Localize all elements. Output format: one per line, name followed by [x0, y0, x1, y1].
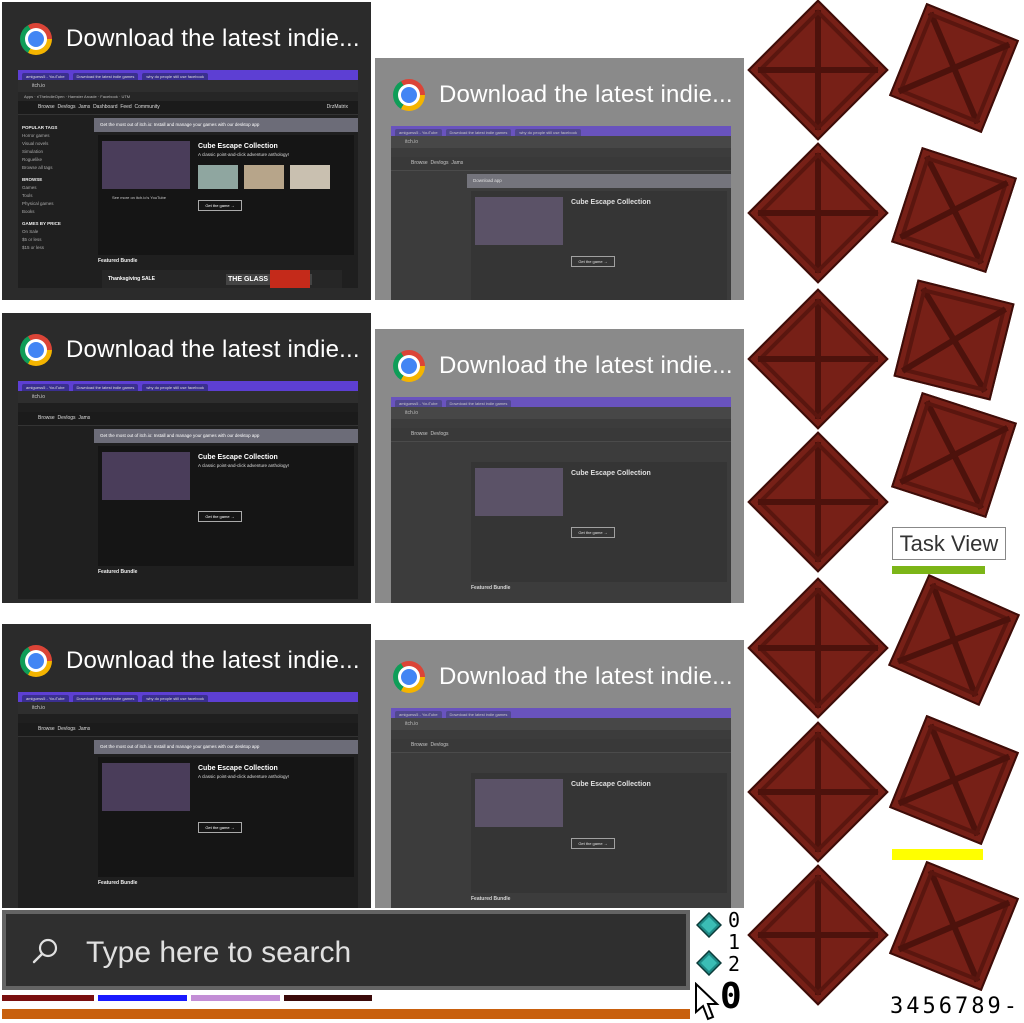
chrome-icon: [393, 661, 425, 693]
window-thumbnail: amiguess5 - YouTube Download the latest i…: [391, 397, 731, 603]
chrome-icon: [393, 79, 425, 111]
gem-icon: [696, 912, 722, 938]
crate-sprite: [747, 0, 889, 141]
window-preview-header: Download the latest indie...: [2, 624, 371, 698]
window-title: Download the latest indie...: [66, 25, 360, 52]
window-thumbnail: amiguess5 - YouTube Download the latest i…: [18, 70, 358, 288]
crate-sprite: [888, 714, 1020, 846]
window-preview-header: Download the latest indie...: [2, 313, 371, 387]
window-title: Download the latest indie...: [439, 663, 733, 690]
chrome-icon: [20, 23, 52, 55]
gem-icon: [696, 950, 722, 976]
window-preview-header: Download the latest indie...: [375, 58, 744, 132]
crate-sprite: [887, 573, 1021, 707]
chrome-icon: [393, 350, 425, 382]
window-preview-1[interactable]: Download the latest indie... amiguess5 -…: [2, 2, 371, 300]
green-bar: [892, 566, 985, 574]
mouse-cursor-icon: [695, 982, 720, 1021]
taskbar-search-box[interactable]: Type here to search: [2, 910, 690, 990]
window-thumbnail: amiguess5 - YouTube Download the latest i…: [391, 708, 731, 908]
sidebar: POPULAR TAGS Horror games Visual novels Si…: [22, 125, 61, 250]
crate-sprite: [890, 146, 1018, 274]
screenshot: [290, 165, 330, 189]
search-placeholder: Type here to search: [86, 936, 352, 969]
window-preview-3[interactable]: Download the latest indie... amiguess5 -…: [2, 313, 371, 603]
window-thumbnail: amiguess5 - YouTube Download the latest i…: [391, 126, 731, 300]
window-title: Download the latest indie...: [439, 352, 733, 379]
crate-sprite: [888, 860, 1020, 992]
window-title: Download the latest indie...: [66, 336, 360, 363]
crate-sprite: [747, 864, 889, 1006]
window-thumbnail: amiguess5 - YouTube Download the latest i…: [18, 381, 358, 599]
crate-sprite: [747, 142, 889, 284]
window-preview-6[interactable]: Download the latest indie... amiguess5 -…: [375, 640, 744, 908]
window-title: Download the latest indie...: [439, 81, 733, 108]
game-modal: Cube Escape Collection A classic point-a…: [98, 135, 354, 255]
bookmarks-bar: Apps · r/TheIndieOpen · Hamster Arcade ·…: [18, 92, 358, 101]
lavender-bar: [191, 995, 280, 1001]
cursor-count: 0: [720, 976, 742, 1017]
video-thumbnail: [102, 141, 190, 189]
crate-sprite: [747, 721, 889, 863]
window-preview-5[interactable]: Download the latest indie... amiguess5 -…: [2, 624, 371, 908]
promo-banner: Get the most out of itch.io: Install and…: [94, 118, 358, 132]
gem-count-top: 0: [728, 908, 741, 932]
window-title: Download the latest indie...: [66, 647, 360, 674]
crate-sprite: [747, 577, 889, 719]
window-preview-header: Download the latest indie...: [2, 2, 371, 76]
crate-sprite: [747, 288, 889, 430]
maroon-bar: [284, 995, 372, 1001]
yellow-bar: [892, 849, 983, 860]
chrome-icon: [20, 334, 52, 366]
window-preview-2[interactable]: Download the latest indie... amiguess5 -…: [375, 58, 744, 300]
window-preview-4[interactable]: Download the latest indie... amiguess5 -…: [375, 329, 744, 603]
tab-strip: amiguess5 - YouTube Download the latest i…: [18, 70, 358, 80]
bundle-card: Thanksgiving SALE THE GLASS STAIRCASE: [102, 270, 342, 288]
gem-count-bottom: 2: [728, 952, 741, 976]
chrome-icon: [20, 645, 52, 677]
crate-sprite: [747, 431, 889, 573]
screenshot: [198, 165, 238, 189]
crate-sprite: [888, 2, 1020, 134]
search-icon: [32, 938, 58, 964]
window-preview-header: Download the latest indie...: [375, 640, 744, 714]
screenshot: [244, 165, 284, 189]
task-view-tooltip: Task View: [892, 527, 1006, 560]
window-preview-header: Download the latest indie...: [375, 329, 744, 403]
digit-strip: 3456789-: [890, 994, 1020, 1019]
blue-bar: [98, 995, 187, 1001]
window-thumbnail: amiguess5 - YouTube Download the latest i…: [18, 692, 358, 908]
crate-sprite: [893, 279, 1015, 401]
gem-count-mid: 1: [728, 930, 741, 954]
site-nav: Browse Devlogs Jams Dashboard Feed Commu…: [18, 101, 358, 115]
address-bar: itch.io: [18, 80, 358, 92]
crate-sprite: [890, 391, 1018, 519]
orange-bar: [2, 1009, 690, 1019]
dark-red-bar: [2, 995, 94, 1001]
